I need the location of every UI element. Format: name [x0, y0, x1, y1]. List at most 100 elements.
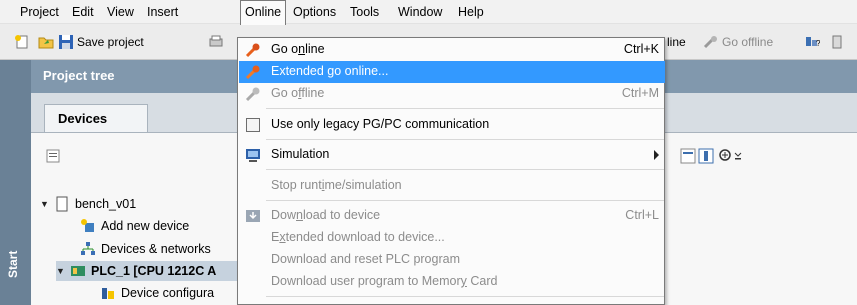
- save-project-label: Save project: [77, 35, 144, 49]
- label-part: load to device: [302, 208, 381, 222]
- label-mnemonic: n: [296, 208, 303, 222]
- shortcut: Ctrl+K: [623, 42, 659, 56]
- tree-view-icon: [46, 149, 60, 163]
- new-project-icon: [15, 35, 28, 49]
- label-part: line: [305, 42, 325, 56]
- go-offline-label: Go offline: [722, 35, 774, 49]
- tree-item-add-new-device[interactable]: Add new device: [80, 216, 240, 236]
- device-config-icon: [102, 288, 114, 299]
- menu-item-stop-runtime[interactable]: Stop runtime/simulation: [239, 175, 665, 197]
- label-part: fline: [301, 86, 325, 100]
- plc-icon: [71, 266, 85, 276]
- accessible-devices-icon: ?: [806, 37, 820, 48]
- svg-text:?: ?: [816, 39, 820, 48]
- open-project-button[interactable]: [38, 31, 54, 53]
- legacy-pgpc-label: Use only legacy PG/PC communication: [271, 117, 490, 131]
- menu-item-download-to-device[interactable]: Download to device Ctrl+L: [239, 205, 665, 227]
- menu-window[interactable]: Window: [394, 0, 446, 24]
- download-icon: [246, 210, 260, 222]
- label-part: me/simulation: [324, 178, 402, 192]
- expand-arrow-icon[interactable]: ▼: [40, 199, 49, 209]
- menu-item-download-memory-card[interactable]: Download user program to Memory Card: [239, 271, 665, 293]
- menu-bar: Project Edit View Insert Online Options …: [0, 0, 857, 25]
- tab-devices[interactable]: Devices: [44, 104, 148, 132]
- download-reset-label: Download and reset PLC program: [271, 252, 460, 266]
- tree-item-device-config[interactable]: Device configura: [100, 283, 240, 303]
- menu-item-extended-download[interactable]: Extended download to device...: [239, 227, 665, 249]
- go-online-toolbar-button[interactable]: line: [667, 31, 686, 53]
- submenu-arrow-icon: [654, 150, 659, 160]
- tree-item-project[interactable]: ▼ bench_v01: [40, 194, 240, 214]
- menu-item-legacy-pgpc[interactable]: Use only legacy PG/PC communication: [239, 114, 665, 136]
- new-project-button[interactable]: [14, 31, 30, 53]
- checkbox-icon[interactable]: [245, 117, 261, 133]
- tree-item-label: PLC_1 [CPU 1212C A: [91, 264, 217, 278]
- go-offline-icon: [703, 35, 717, 49]
- start-portal-strip[interactable]: Start: [0, 60, 31, 305]
- print-icon: [209, 35, 223, 47]
- menu-options[interactable]: Options: [289, 0, 340, 24]
- menu-project[interactable]: Project: [16, 0, 63, 24]
- label-part: Dow: [271, 208, 297, 222]
- tree-item-label: bench_v01: [75, 197, 137, 211]
- menu-item-simulation[interactable]: Simulation: [239, 144, 665, 166]
- tree-item-label: Device configura: [121, 286, 215, 300]
- toolbar-more-button[interactable]: [830, 31, 846, 53]
- go-online-label: Go online: [271, 42, 325, 56]
- download-memory-card-label: Download user program to Memory Card: [271, 274, 498, 288]
- label-part: Go o: [271, 42, 299, 56]
- menu-view[interactable]: View: [103, 0, 138, 24]
- menu-item-download-reset[interactable]: Download and reset PLC program: [239, 249, 665, 271]
- save-icon: [59, 35, 73, 49]
- accessible-devices-button[interactable]: ?: [804, 31, 820, 53]
- project-tree-title: Project tree: [43, 68, 115, 83]
- menu-item-go-offline[interactable]: Go offline Ctrl+M: [239, 83, 665, 105]
- print-button[interactable]: [208, 31, 224, 53]
- go-online-partial-label: line: [667, 35, 686, 49]
- menu-item-go-online[interactable]: Go online Ctrl+K: [239, 39, 665, 61]
- shortcut: Ctrl+L: [625, 208, 659, 222]
- menu-separator: [266, 296, 664, 297]
- tree-view-button[interactable]: [46, 147, 60, 165]
- label-part: Stop runt: [271, 178, 322, 192]
- folder-icon: [38, 37, 54, 49]
- extended-download-label: Extended download to device...: [271, 230, 445, 244]
- menu-item-extended-go-online[interactable]: Extended go online...: [239, 61, 665, 83]
- online-menu-dropdown: Go online Ctrl+K Extended go online... G…: [237, 37, 665, 305]
- menu-tools[interactable]: Tools: [346, 0, 383, 24]
- device-icon: [832, 35, 842, 49]
- menu-edit[interactable]: Edit: [68, 0, 98, 24]
- add-device-icon: [81, 219, 94, 232]
- label-part: Download user program to Memor: [271, 274, 461, 288]
- menu-help[interactable]: Help: [454, 0, 488, 24]
- menu-insert[interactable]: Insert: [143, 0, 182, 24]
- menu-separator: [266, 169, 664, 170]
- tree-item-label: Add new device: [101, 219, 190, 233]
- extended-go-online-icon: [245, 65, 260, 80]
- menu-separator: [266, 200, 664, 201]
- expand-arrow-icon[interactable]: ▼: [56, 266, 65, 276]
- shortcut: Ctrl+M: [621, 86, 659, 100]
- tree-view-options-icon[interactable]: [680, 147, 772, 165]
- label-part: Card: [466, 274, 498, 288]
- network-icon: [81, 242, 95, 255]
- go-online-icon: [245, 43, 260, 58]
- label-part: Go o: [271, 86, 299, 100]
- tree-toolbar-right: [680, 147, 772, 165]
- simulation-icon: [246, 149, 260, 162]
- tree-item-devices-networks[interactable]: Devices & networks: [80, 239, 240, 259]
- tab-devices-label: Devices: [58, 111, 108, 126]
- go-offline-toolbar-button[interactable]: Go offline: [703, 31, 773, 53]
- menu-online[interactable]: Online: [240, 0, 287, 25]
- project-icon: [56, 196, 68, 212]
- label-part: tended download to device...: [285, 230, 445, 244]
- download-to-device-label: Download to device: [271, 208, 380, 222]
- tree-item-plc[interactable]: ▼ PLC_1 [CPU 1212C A: [56, 261, 240, 281]
- extended-go-online-label: Extended go online...: [271, 64, 389, 78]
- simulation-label: Simulation: [271, 147, 330, 161]
- go-offline-icon: [245, 87, 260, 102]
- stop-runtime-label: Stop runtime/simulation: [271, 178, 402, 192]
- save-project-button[interactable]: Save project: [58, 31, 144, 53]
- go-offline-label: Go offline: [271, 86, 324, 100]
- start-label: Start: [6, 250, 20, 278]
